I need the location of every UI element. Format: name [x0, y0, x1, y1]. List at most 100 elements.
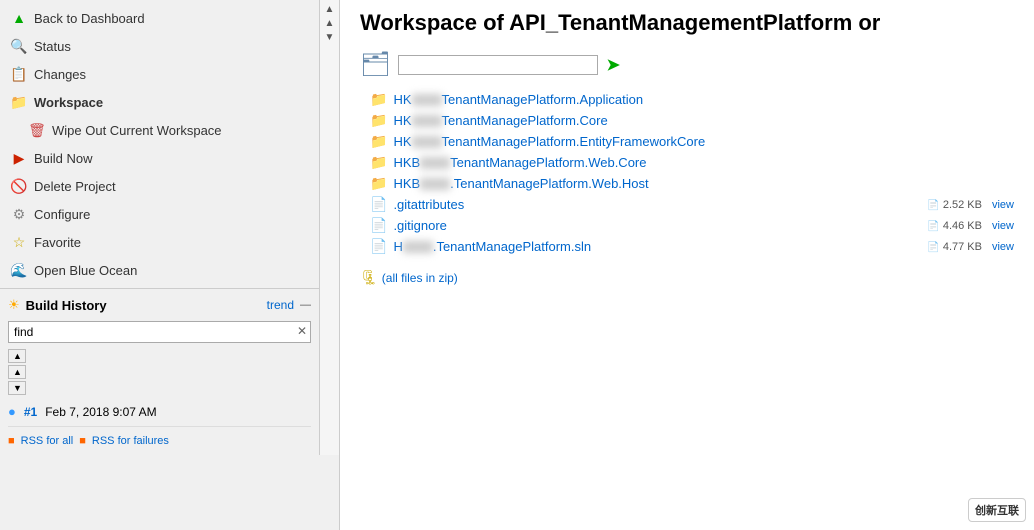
build-search-input[interactable]: [8, 321, 311, 343]
scroll-up2-btn[interactable]: ▲: [8, 365, 26, 379]
file-size-file-8: 📄 4.77 KB: [927, 241, 982, 253]
sidebar-item-changes[interactable]: 📋Changes: [0, 60, 319, 88]
file-name-file-1: HK TenantManagePlatform.Application: [393, 92, 643, 107]
scroll-up-btn[interactable]: ▲: [8, 349, 26, 363]
blurred-segment-file-3: [412, 136, 442, 148]
doc-icon-file-6: 📄: [927, 200, 939, 211]
right-scroll-down[interactable]: ▼: [325, 32, 335, 43]
wipe-workspace-label: Wipe Out Current Workspace: [52, 123, 222, 138]
file-view-link-file-8[interactable]: view: [992, 241, 1014, 253]
build-item-build-1: ● #1 Feb 7, 2018 9:07 AM: [8, 401, 311, 422]
build-now-label: Build Now: [34, 151, 93, 166]
file-name-file-2: HK TenantManagePlatform.Core: [393, 113, 607, 128]
scroll-arrows-row: ▲ ▲ ▼: [8, 349, 311, 395]
path-input[interactable]: [398, 55, 598, 75]
rss-section: ■ RSS for all ■ RSS for failures: [8, 426, 311, 447]
file-name-file-6: .gitattributes: [393, 197, 464, 212]
sidebar-item-back-dashboard[interactable]: ▲ Back to Dashboard: [0, 4, 319, 32]
open-blue-ocean-icon: 🌊: [10, 261, 28, 279]
folder-icon: 📁: [370, 154, 387, 171]
build-history-section: ☀ Build History trend — ✕ ▲ ▲ ▼: [0, 289, 319, 455]
file-view-link-file-7[interactable]: view: [992, 220, 1014, 232]
file-link-file-2[interactable]: HK: [393, 113, 411, 128]
file-name-file-7: .gitignore: [393, 218, 446, 233]
list-item-file-5: 📁 HKB .TenantManagePlatform.Web.Host: [370, 173, 1014, 194]
file-suffix-link-file-1[interactable]: TenantManagePlatform.Application: [442, 92, 644, 107]
file-suffix-link-file-8[interactable]: .TenantManagePlatform.sln: [433, 239, 591, 254]
blurred-segment-file-4: [420, 157, 450, 169]
file-link-file-3[interactable]: HK: [393, 134, 411, 149]
file-link-file-8[interactable]: H: [393, 239, 402, 254]
scroll-down-btn[interactable]: ▼: [8, 381, 26, 395]
sidebar-nav-area: ▲ Back to Dashboard 🔍Status📋Changes 📁 Worksp…: [0, 0, 339, 455]
build-search-wrap: ✕: [8, 321, 311, 343]
sidebar-item-wipe-workspace[interactable]: 🗑Wipe Out Current Workspace: [0, 116, 319, 144]
right-scroll-up2[interactable]: ▲: [325, 18, 335, 29]
file-path-bar: 🗂 ➤: [360, 50, 1014, 79]
file-size-file-6: 📄 2.52 KB: [927, 199, 982, 211]
file-suffix-link-file-3[interactable]: TenantManagePlatform.EntityFrameworkCore: [442, 134, 706, 149]
list-item-file-4: 📁 HKB TenantManagePlatform.Web.Core: [370, 152, 1014, 173]
list-item-file-3: 📁 HK TenantManagePlatform.EntityFrameworkC…: [370, 131, 1014, 152]
favorite-label: Favorite: [34, 235, 81, 250]
doc-icon-file-8: 📄: [927, 242, 939, 253]
sidebar-item-build-now[interactable]: ▶ Build Now: [0, 144, 319, 172]
sidebar-item-open-blue-ocean[interactable]: 🌊Open Blue Ocean: [0, 256, 319, 284]
blurred-segment-file-2: [412, 115, 442, 127]
sidebar-item-delete-project[interactable]: 🚫 Delete Project: [0, 172, 319, 200]
file-icon: 📄: [370, 217, 387, 234]
zip-link[interactable]: (all files in zip): [382, 271, 458, 285]
file-name-file-8: H .TenantManagePlatform.sln: [393, 239, 591, 254]
sidebar-navigation: ▲ Back to Dashboard 🔍Status📋Changes 📁 Worksp…: [0, 0, 319, 289]
rss-all-link[interactable]: RSS for all: [21, 435, 74, 447]
rss-icon-all: ■: [8, 435, 15, 447]
file-suffix-link-file-4[interactable]: TenantManagePlatform.Web.Core: [450, 155, 646, 170]
file-suffix-link-file-2[interactable]: TenantManagePlatform.Core: [442, 113, 608, 128]
go-button[interactable]: ➤: [606, 55, 619, 75]
folder-icon: 📁: [370, 175, 387, 192]
doc-icon-file-7: 📄: [927, 221, 939, 232]
workspace-label: Workspace: [34, 95, 103, 110]
file-suffix-link-file-5[interactable]: .TenantManagePlatform.Web.Host: [450, 176, 648, 191]
favorite-icon: ☆: [10, 233, 28, 251]
file-link-file-7[interactable]: .gitignore: [393, 218, 446, 233]
watermark: 创新互联: [968, 498, 1026, 522]
changes-label: Changes: [34, 67, 86, 82]
build-num-link[interactable]: #1: [24, 405, 37, 419]
sidebar-item-configure[interactable]: ⚙Configure: [0, 200, 319, 228]
delete-project-icon: 🚫: [10, 177, 28, 195]
file-link-file-4[interactable]: HKB: [393, 155, 420, 170]
list-item-file-7: 📄.gitignore📄 4.46 KBview: [370, 215, 1014, 236]
sidebar-item-workspace[interactable]: 📁 Workspace: [0, 88, 319, 116]
configure-label: Configure: [34, 207, 90, 222]
trend-link[interactable]: trend: [267, 298, 294, 312]
sidebar-nav-content: ▲ Back to Dashboard 🔍Status📋Changes 📁 Worksp…: [0, 0, 319, 455]
back-dashboard-icon: ▲: [10, 9, 28, 27]
folder-icon: 📁: [370, 112, 387, 129]
blurred-segment-file-5: [420, 178, 450, 190]
file-icon: 📄: [370, 238, 387, 255]
sidebar: ▲ Back to Dashboard 🔍Status📋Changes 📁 Worksp…: [0, 0, 340, 530]
search-clear-btn[interactable]: ✕: [297, 324, 307, 338]
file-link-file-1[interactable]: HK: [393, 92, 411, 107]
file-link-file-5[interactable]: HKB: [393, 176, 420, 191]
zip-row: 🗜 (all files in zip): [360, 265, 1014, 290]
rss-failures-link[interactable]: RSS for failures: [92, 435, 169, 447]
blurred-segment-file-1: [412, 94, 442, 106]
back-dashboard-label: Back to Dashboard: [34, 11, 145, 26]
file-view-link-file-6[interactable]: view: [992, 199, 1014, 211]
sidebar-item-favorite[interactable]: ☆ Favorite: [0, 228, 319, 256]
folder-icon-large: 🗂: [360, 50, 390, 79]
workspace-icon: 📁: [10, 93, 28, 111]
right-scroll-up[interactable]: ▲: [325, 4, 335, 15]
list-item-file-6: 📄 .gitattributes 📄 2.52 KB view: [370, 194, 1014, 215]
file-name-file-5: HKB .TenantManagePlatform.Web.Host: [393, 176, 648, 191]
file-link-file-6[interactable]: .gitattributes: [393, 197, 464, 212]
folder-icon: 📁: [370, 133, 387, 150]
delete-project-label: Delete Project: [34, 179, 116, 194]
build-now-icon: ▶: [10, 149, 28, 167]
sidebar-item-status[interactable]: 🔍Status: [0, 32, 319, 60]
blurred-segment-file-8: [403, 241, 433, 253]
scroll-controls: ▲ ▲ ▼: [8, 349, 26, 395]
trend-dash: —: [300, 299, 311, 311]
